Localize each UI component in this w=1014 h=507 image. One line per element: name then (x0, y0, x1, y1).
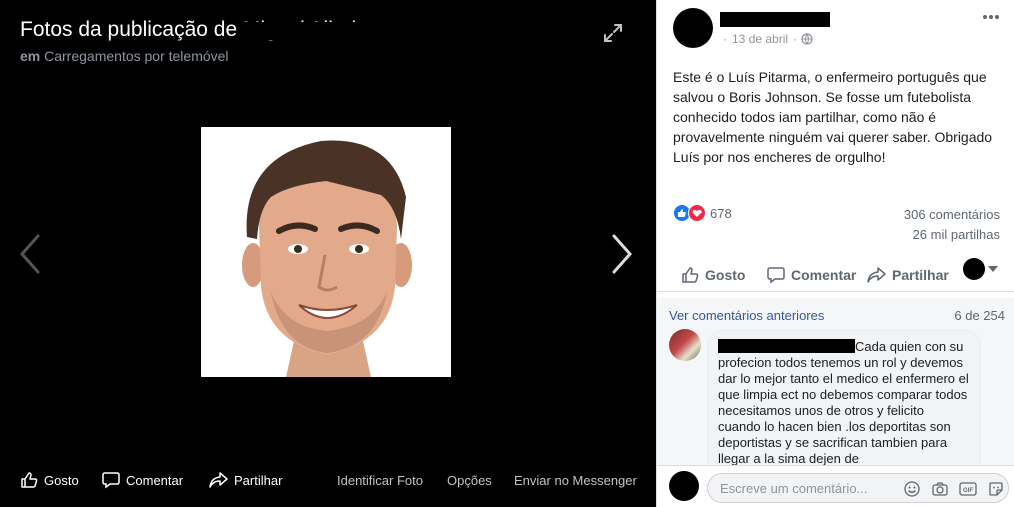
comment-body: Cada quien con su profecion todos tenemo… (718, 339, 970, 465)
composer-icons: GIF (903, 480, 1005, 498)
post-as-avatar (963, 258, 985, 280)
sticker-icon[interactable] (987, 480, 1005, 498)
chevron-right-icon[interactable] (610, 234, 634, 274)
name-redaction (244, 22, 380, 40)
album-link[interactable]: Carregamentos por telemóvel (44, 48, 228, 64)
share-icon (867, 267, 886, 283)
like-label: Gosto (705, 267, 746, 283)
reaction-count: 678 (710, 205, 732, 221)
tag-photo-link[interactable]: Identificar Foto (337, 462, 423, 498)
like-button[interactable]: Gosto (681, 264, 745, 286)
post-meta: · 13 de abril · (723, 32, 813, 46)
comment-icon (102, 472, 120, 489)
comment-bubble: Cada quien con su profecion todos tenemo… (707, 330, 981, 465)
globe-icon (801, 33, 813, 45)
shares-count-link[interactable]: 26 mil partilhas (913, 227, 1000, 242)
view-previous-comments-link[interactable]: Ver comentários anteriores (669, 308, 824, 323)
reactions-summary[interactable]: 678 (673, 204, 732, 222)
portrait-illustration (201, 127, 451, 377)
post-text: Este é o Luís Pitarma, o enfermeiro port… (673, 69, 993, 165)
love-reaction-icon (688, 204, 706, 222)
share-label: Partilhar (892, 267, 949, 283)
post-photo[interactable] (201, 127, 451, 377)
viewer-like-label: Gosto (44, 472, 79, 488)
comment-button[interactable]: Comentar (767, 264, 856, 286)
post-action-bar: Gosto Comentar Partilhar (657, 258, 1014, 292)
album-line: em Carregamentos por telemóvel (20, 48, 229, 64)
svg-text:GIF: GIF (963, 488, 973, 494)
chevron-left-icon[interactable] (18, 234, 42, 274)
album-prefix: em (20, 48, 41, 64)
post-as-selector[interactable] (963, 258, 998, 280)
comment-text: Cada quien con su profecion todos tenemo… (718, 339, 969, 465)
viewer-share-button[interactable]: Partilhar (209, 462, 282, 498)
photo-viewer: Fotos da publicação de Miguel Albeiro em… (0, 0, 656, 507)
send-messenger-link[interactable]: Enviar no Messenger (514, 462, 637, 498)
post-panel: · 13 de abril · Este é o Luís Pitarma, o… (656, 0, 1014, 507)
commenter-avatar[interactable] (669, 329, 701, 361)
comments-pager: 6 de 254 (954, 308, 1005, 323)
expand-icon[interactable] (602, 22, 624, 44)
share-button[interactable]: Partilhar (867, 264, 949, 286)
commenter-name-redaction (718, 339, 855, 353)
like-icon (21, 472, 38, 488)
share-icon (209, 472, 228, 488)
post-date[interactable]: 13 de abril (732, 32, 788, 46)
viewer-action-bar: Gosto Comentar Partilhar Identificar Fot… (0, 462, 656, 498)
comment-label: Comentar (791, 267, 857, 283)
like-icon (682, 267, 699, 283)
camera-icon[interactable] (931, 480, 949, 498)
comments-count-link[interactable]: 306 comentários (904, 207, 1000, 222)
viewer-comment-button[interactable]: Comentar (102, 462, 183, 498)
gif-icon[interactable]: GIF (959, 480, 977, 498)
composer-avatar (669, 471, 699, 501)
viewer-share-label: Partilhar (234, 472, 283, 488)
viewer-like-button[interactable]: Gosto (20, 462, 79, 498)
author-avatar[interactable] (673, 8, 713, 48)
meta-separator-2: · (793, 32, 798, 46)
comment-composer: Escreve um comentário... GIF (657, 465, 1014, 507)
chevron-down-icon (988, 266, 998, 272)
comment-icon (767, 267, 785, 284)
options-link[interactable]: Opções (447, 462, 492, 498)
author-name-redaction (720, 12, 830, 27)
meta-separator: · (723, 32, 727, 46)
more-options-icon[interactable] (981, 10, 1001, 24)
viewer-comment-label: Comentar (126, 472, 184, 488)
emoji-icon[interactable] (903, 480, 921, 498)
comments-section: Ver comentários anteriores 6 de 254 Cada… (657, 298, 1014, 465)
